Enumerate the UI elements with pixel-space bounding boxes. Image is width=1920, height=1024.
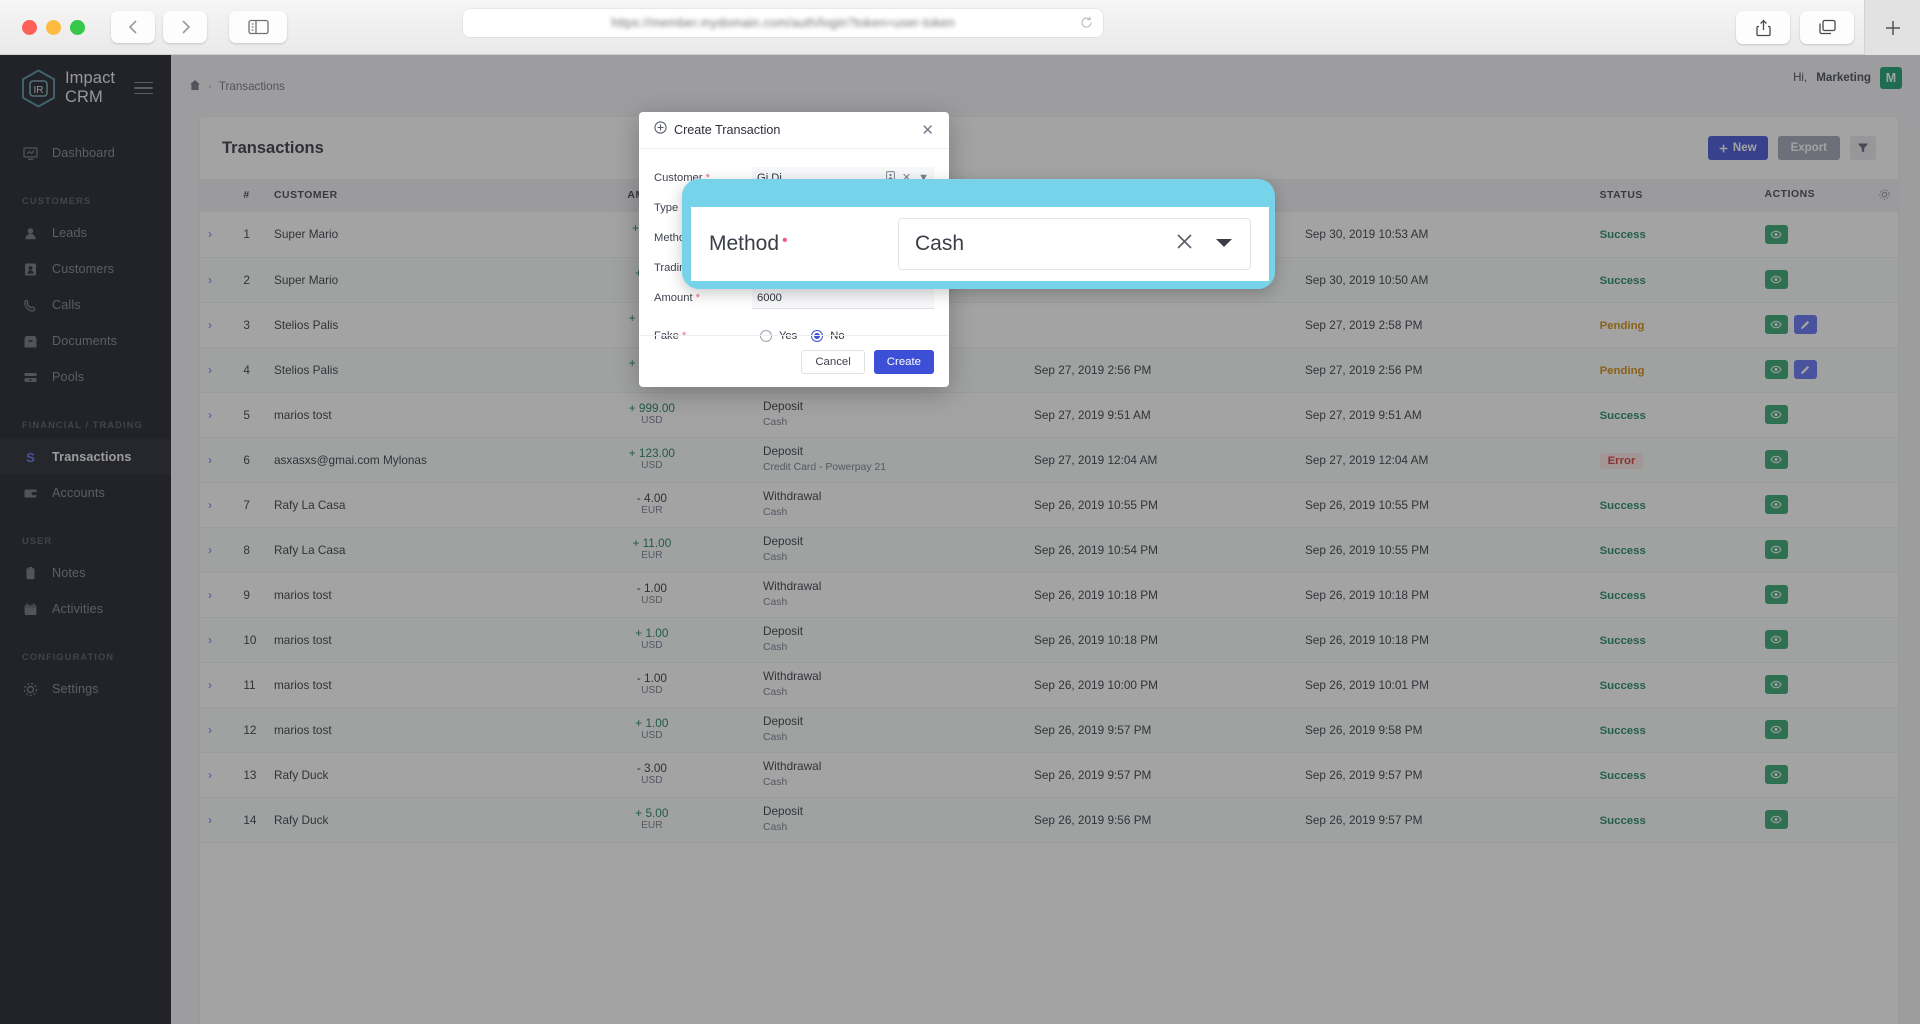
- browser-nav-buttons: [111, 11, 207, 43]
- tab-overview-icon: [1818, 19, 1836, 35]
- sidebar-toggle-button[interactable]: [229, 11, 287, 43]
- callout-method-value: Cash: [915, 232, 965, 255]
- forward-button[interactable]: [163, 11, 207, 43]
- create-button[interactable]: Create: [873, 349, 934, 374]
- minimize-window-button[interactable]: [46, 19, 61, 35]
- required-mark: •: [782, 232, 788, 249]
- reload-icon: [1081, 16, 1092, 28]
- plus-icon: [1885, 20, 1900, 35]
- sidebar-toggle-icon: [247, 19, 269, 35]
- chevron-left-icon: [128, 20, 137, 34]
- maximize-window-button[interactable]: [70, 19, 85, 35]
- callout-content: Method • Cash: [691, 207, 1269, 281]
- window-traffic-lights[interactable]: [0, 19, 85, 35]
- share-button[interactable]: [1736, 11, 1790, 44]
- amount-value: 6000: [757, 291, 782, 304]
- amount-label: Amount *: [654, 292, 700, 304]
- close-window-button[interactable]: [22, 19, 37, 35]
- callout-method-label: Method •: [709, 232, 788, 255]
- browser-right-controls: [1736, 0, 1920, 55]
- new-tab-button[interactable]: [1864, 0, 1920, 55]
- required-mark: *: [695, 292, 700, 304]
- address-bar[interactable]: https://member.mydomain.com/auth/login?t…: [463, 9, 1103, 37]
- browser-chrome: https://member.mydomain.com/auth/login?t…: [0, 0, 1920, 55]
- cancel-button[interactable]: Cancel: [801, 349, 865, 374]
- callout-select-tail: [1175, 232, 1234, 256]
- modal-header: Create Transaction ✕: [639, 112, 949, 149]
- modal-footer: Cancel Create: [639, 335, 949, 387]
- method-field-callout: Method • Cash: [682, 179, 1275, 289]
- back-button[interactable]: [111, 11, 155, 43]
- share-icon: [1755, 19, 1771, 36]
- url-text: https://member.mydomain.com/auth/login?t…: [611, 16, 955, 30]
- chevron-right-icon: [181, 20, 190, 34]
- chevron-down-icon[interactable]: [1214, 235, 1234, 254]
- application-window: IR Impact CRM Dashboard CUSTOMERS Leads: [0, 55, 1920, 1024]
- callout-method-select[interactable]: Cash: [898, 218, 1251, 270]
- reload-button[interactable]: [1080, 16, 1093, 34]
- tab-overview-button[interactable]: [1800, 11, 1854, 44]
- close-icon[interactable]: ✕: [921, 123, 934, 138]
- amount-input[interactable]: 6000: [752, 287, 934, 309]
- plus-circle-icon: [654, 121, 667, 139]
- modal-title: Create Transaction: [674, 123, 781, 137]
- clear-icon[interactable]: [1175, 232, 1194, 256]
